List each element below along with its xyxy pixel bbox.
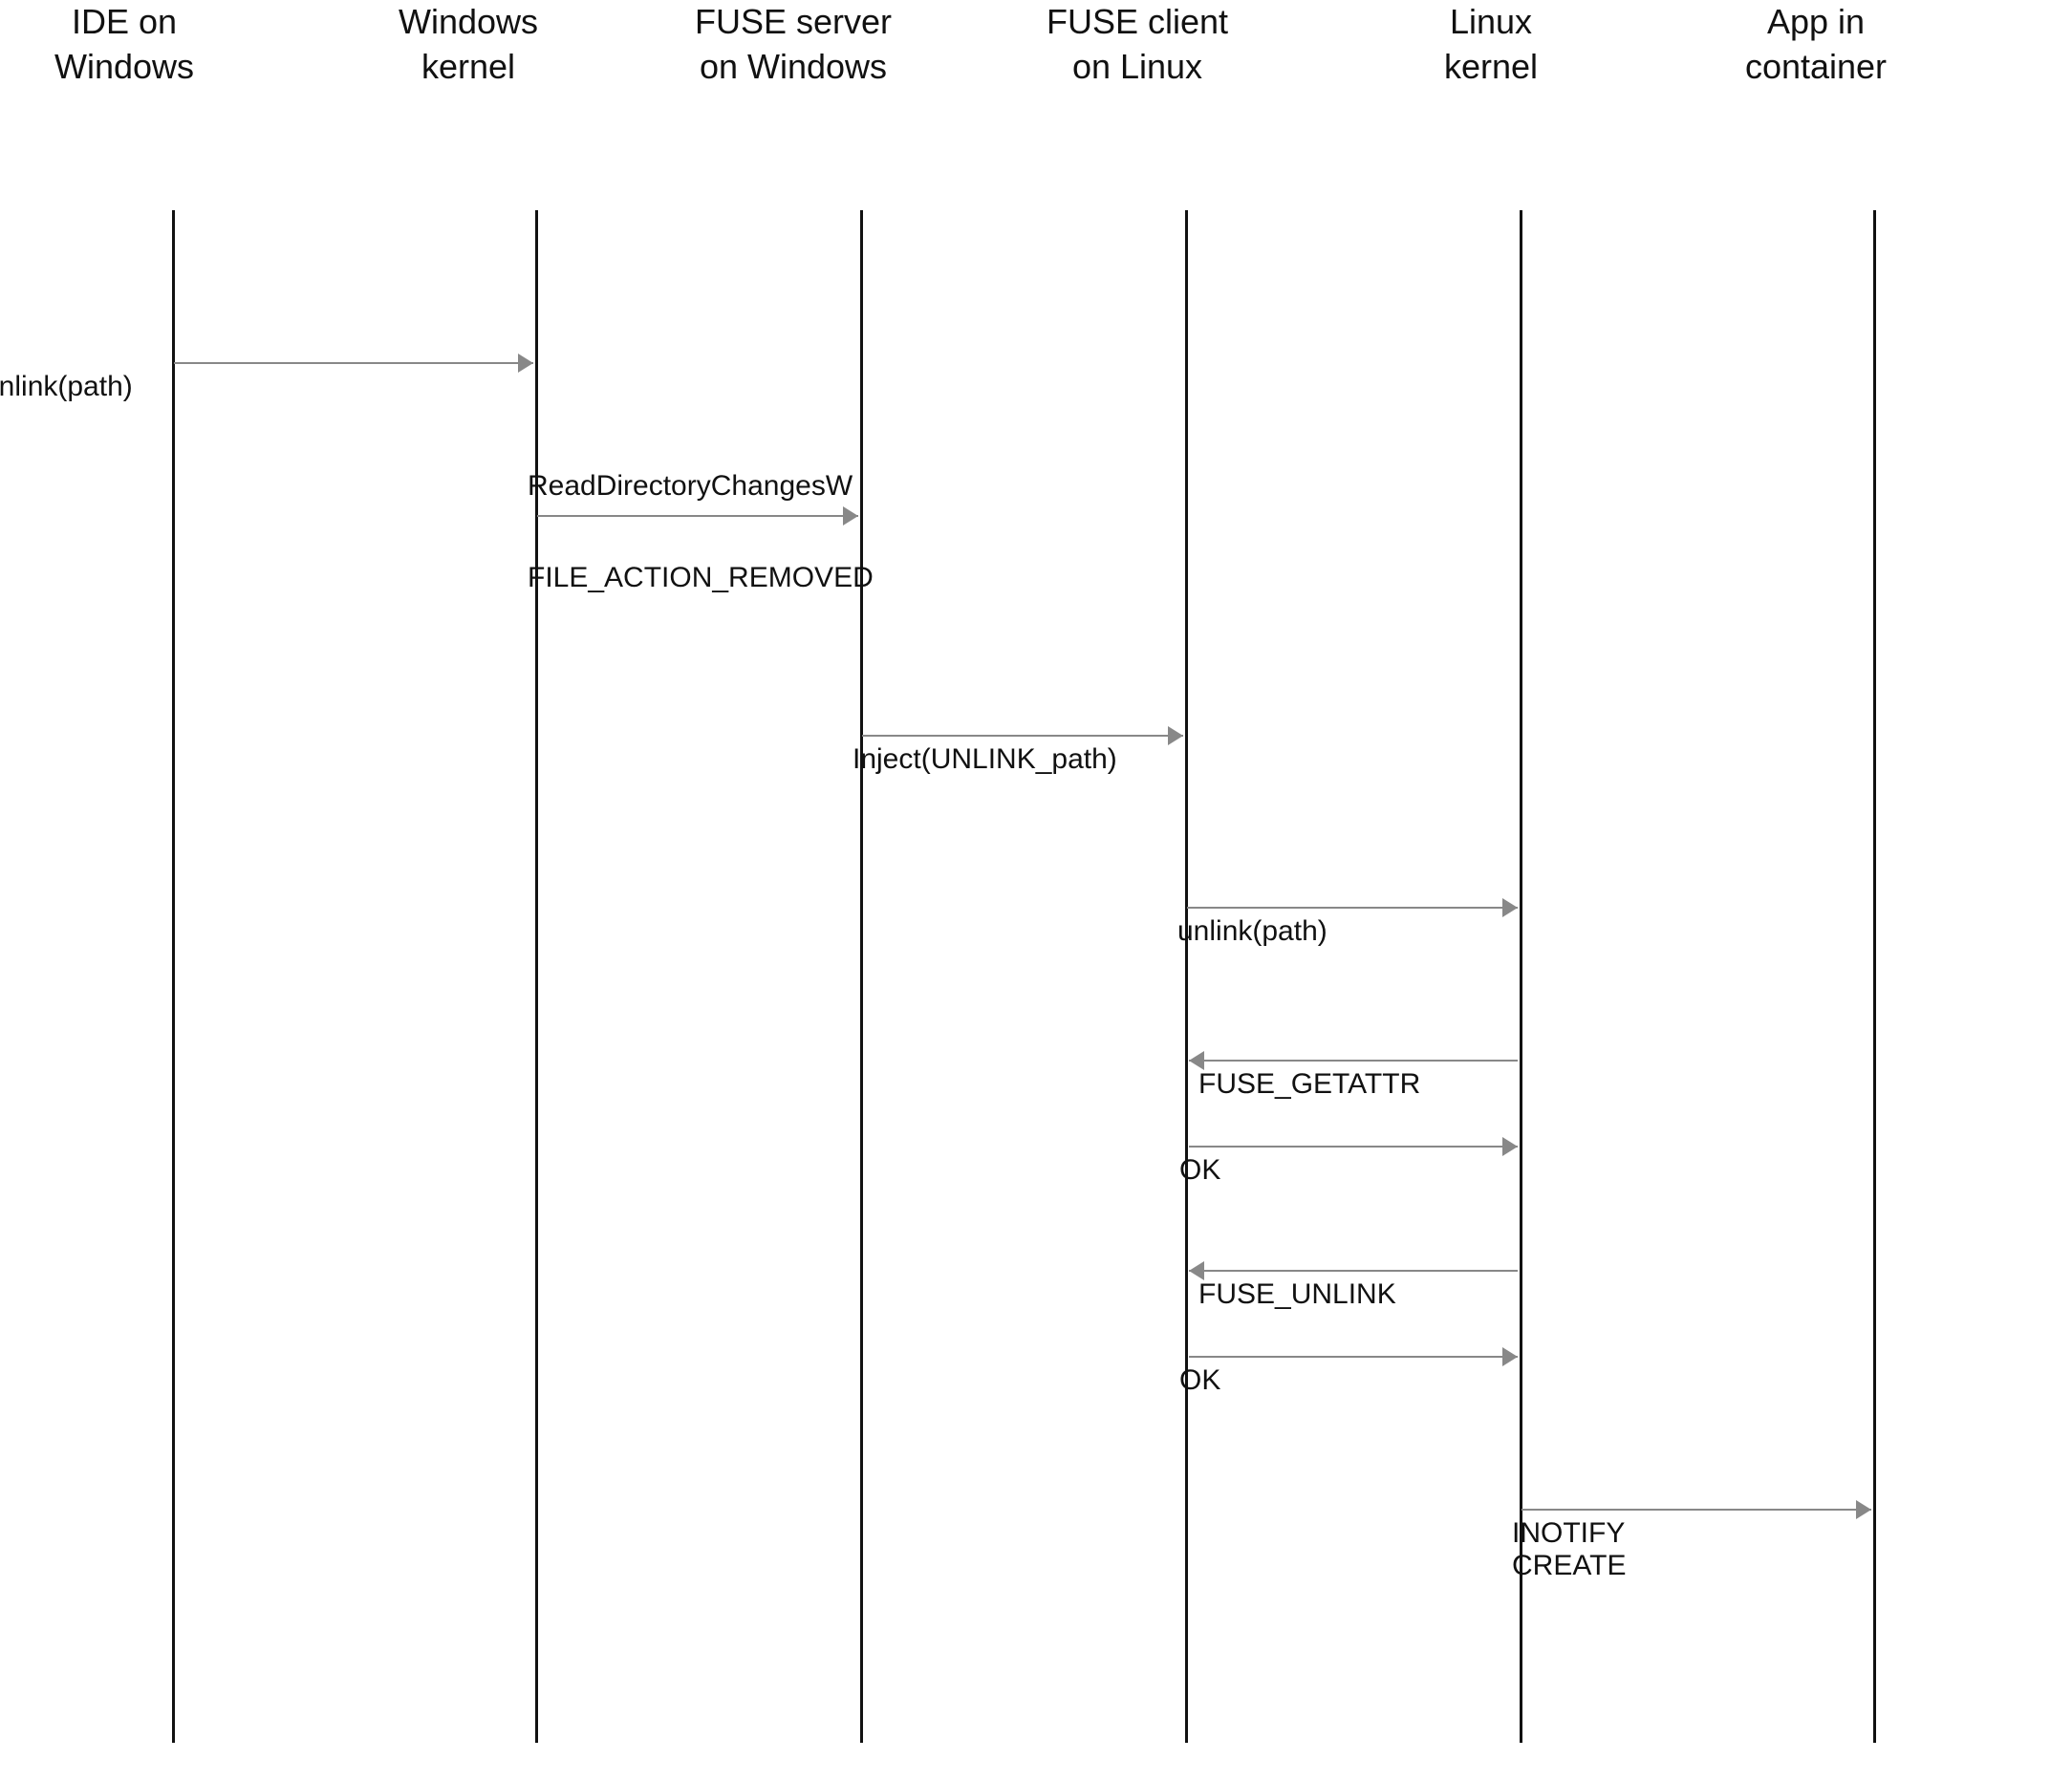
arrow-label-arrow10: INOTIFY CREATE xyxy=(1512,1517,1626,1582)
arrow-arrow7 xyxy=(1189,1137,1518,1156)
arrow-label-arrow5: unlink(path) xyxy=(1177,915,1327,948)
arrow-label-arrow4: Inject(UNLINK_path) xyxy=(853,743,1117,776)
lifeline-winkernel xyxy=(535,210,538,1743)
arrow-label-arrow3_label: FILE_ACTION_REMOVED xyxy=(528,562,874,594)
lifeline-fuseserver xyxy=(860,210,863,1743)
actor-label-fuseclient: FUSE client on Linux xyxy=(1013,0,1262,90)
actor-label-appcontainer: App in container xyxy=(1692,0,1940,90)
arrow-arrow6 xyxy=(1189,1051,1518,1070)
arrow-label-arrow8: FUSE_UNLINK xyxy=(1198,1278,1396,1311)
arrow-label-arrow2: ReadDirectoryChangesW xyxy=(528,470,853,503)
actor-label-winkernel: Windows kernel xyxy=(344,0,593,90)
arrow-arrow10 xyxy=(1522,1500,1871,1519)
actor-label-fuseserver: FUSE server on Windows xyxy=(669,0,917,90)
arrow-arrow4 xyxy=(862,726,1183,745)
actor-label-linuxkernel: Linux kernel xyxy=(1367,0,1615,90)
arrow-label-arrow7: OK xyxy=(1179,1154,1220,1187)
arrow-arrow8 xyxy=(1189,1261,1518,1280)
arrow-label-arrow1: unlink(path) xyxy=(0,371,133,403)
arrow-arrow1 xyxy=(174,354,533,373)
lifeline-fuseclient xyxy=(1185,210,1188,1743)
sequence-diagram: IDE on Windows Windows kernel FUSE server … xyxy=(0,0,2072,1781)
arrow-arrow5 xyxy=(1187,898,1518,917)
arrow-arrow2 xyxy=(537,506,858,526)
lifeline-ide xyxy=(172,210,175,1743)
arrow-label-arrow6: FUSE_GETATTR xyxy=(1198,1068,1420,1101)
arrow-label-arrow9: OK xyxy=(1179,1364,1220,1397)
actor-label-ide: IDE on Windows xyxy=(0,0,248,90)
lifeline-appcontainer xyxy=(1873,210,1876,1743)
arrow-arrow9 xyxy=(1189,1347,1518,1366)
